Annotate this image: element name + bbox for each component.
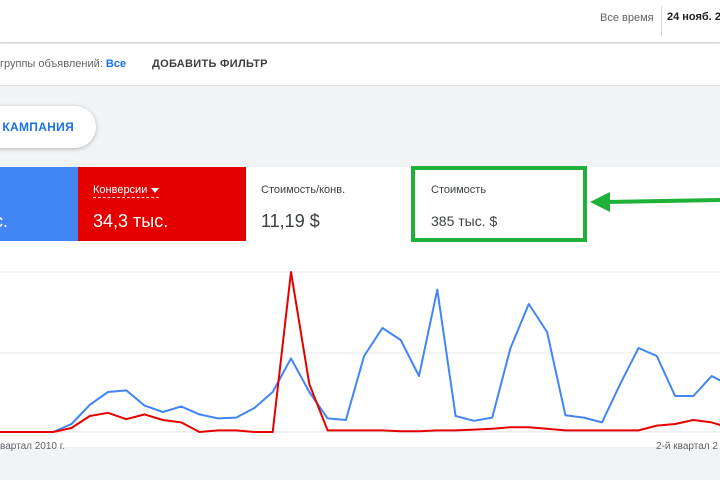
conversions-label: Конверсии — [93, 184, 148, 196]
metric-value: с. — [0, 211, 9, 231]
date-range-label: Все время — [600, 12, 654, 24]
cost-label: Стоимость — [431, 184, 487, 196]
ad-groups-filter[interactable]: группы объявлений: Все — [0, 58, 126, 70]
metric-tile-blue[interactable]: с. — [0, 167, 78, 241]
conversions-value: 34,3 тыс. — [93, 211, 169, 231]
cost-per-conversion-label: Стоимость/конв. — [261, 184, 346, 196]
blue-series-line — [0, 288, 720, 433]
top-bar: Все время 24 нояб. 2 — [0, 0, 720, 42]
date-range-picker[interactable]: 24 нояб. 2 — [667, 11, 720, 23]
divider — [661, 6, 662, 36]
x-axis-tick-label: вартал 2010 г. — [0, 441, 65, 452]
add-filter-button[interactable]: ДОБАВИТЬ ФИЛЬТР — [152, 58, 268, 70]
metric-tile-cost-per-conversion[interactable]: Стоимость/конв. 11,19 $ — [246, 167, 412, 241]
red-series-line — [0, 271, 720, 433]
dropdown-arrow-icon — [151, 187, 160, 193]
ad-groups-filter-label: группы объявлений: — [0, 58, 103, 70]
ad-groups-filter-value: Все — [105, 58, 127, 70]
metric-tile-conversions[interactable]: Конверсии 34,3 тыс. — [78, 167, 246, 241]
conversions-metric-selector[interactable]: Конверсии — [93, 184, 160, 198]
cost-value: 385 тыс. $ — [431, 213, 498, 229]
filter-bar: группы объявлений: Все ДОБАВИТЬ ФИЛЬТР — [0, 44, 720, 86]
new-campaign-button[interactable]: КАМПАНИЯ — [0, 106, 96, 148]
x-axis-tick-label: 2-й квартал 2 — [656, 441, 718, 452]
campaign-button-label: КАМПАНИЯ — [2, 120, 74, 134]
annotation-arrow-icon — [590, 192, 720, 212]
performance-chart — [0, 271, 720, 433]
cost-per-conversion-value: 11,19 $ — [261, 211, 320, 231]
metric-tile-cost[interactable]: Стоимость 385 тыс. $ — [411, 166, 587, 242]
